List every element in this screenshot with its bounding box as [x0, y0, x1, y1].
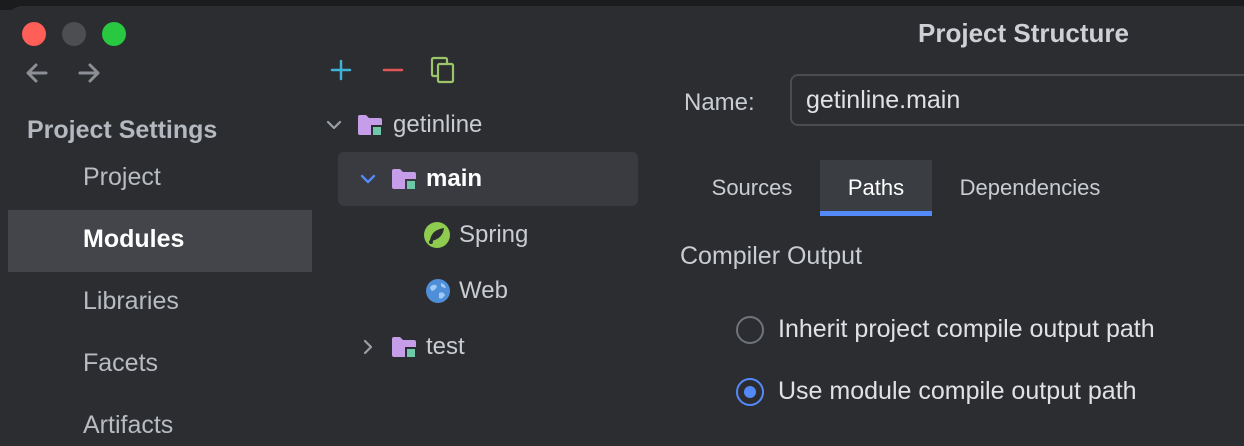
project-structure-window: Project Structure Project Settings Proje… [8, 6, 1244, 446]
sidebar-item-label: Libraries [83, 287, 179, 315]
tab-sources[interactable]: Sources [696, 160, 808, 216]
copy-icon[interactable] [430, 56, 456, 84]
globe-icon [426, 279, 450, 303]
tree-node-label: getinline [393, 111, 483, 138]
chevron-right-icon[interactable] [357, 336, 379, 358]
project-settings-header: Project Settings [27, 116, 218, 144]
tab-paths[interactable]: Paths [820, 160, 932, 216]
sidebar-item-libraries[interactable]: Libraries [8, 272, 312, 334]
inherit-output-path-option[interactable]: Inherit project compile output path [736, 315, 1206, 352]
tree-node-label: test [426, 333, 465, 360]
spring-icon [424, 222, 450, 248]
radio-label: Use module compile output path [778, 377, 1137, 405]
tree-node-web[interactable]: Web [408, 264, 648, 318]
module-output-path-option[interactable]: Use module compile output path [736, 377, 1206, 414]
tree-node-label: Spring [459, 221, 529, 248]
chevron-down-icon[interactable] [357, 168, 379, 190]
sidebar-item-label: Project [83, 163, 161, 191]
compiler-output-heading: Compiler Output [680, 242, 863, 270]
tree-node-label: Web [459, 277, 508, 304]
tree-node-getinline[interactable]: getinline [320, 98, 650, 152]
sidebar-item-facets[interactable]: Facets [8, 334, 312, 396]
sidebar-item-modules[interactable]: Modules [8, 210, 312, 272]
window-title: Project Structure [918, 18, 1129, 48]
inherit-output-path-radio[interactable] [736, 316, 764, 344]
forward-arrow-icon[interactable] [76, 60, 102, 86]
sidebar-item-label: Modules [83, 225, 185, 253]
sidebar-item-project[interactable]: Project [8, 148, 312, 210]
maximize-window-button[interactable] [102, 22, 126, 46]
sidebar-item-label: Facets [83, 349, 159, 377]
radio-label: Inherit project compile output path [778, 315, 1155, 343]
name-label: Name: [684, 89, 755, 116]
tree-node-label: main [426, 165, 483, 192]
module-folder-icon [392, 169, 416, 190]
back-arrow-icon[interactable] [24, 60, 50, 86]
plus-icon[interactable] [328, 56, 354, 84]
close-window-button[interactable] [22, 22, 46, 46]
module-output-path-radio[interactable] [736, 378, 764, 406]
module-folder-icon [392, 337, 416, 358]
chevron-down-icon[interactable] [323, 114, 345, 136]
minimize-window-button[interactable] [62, 22, 86, 46]
tree-node-test[interactable]: test [338, 320, 638, 374]
module-name-input[interactable] [790, 74, 1244, 126]
minus-icon[interactable] [380, 56, 406, 84]
tree-node-main[interactable]: main [338, 152, 638, 206]
module-folder-icon [358, 115, 382, 136]
tab-dependencies[interactable]: Dependencies [942, 160, 1118, 216]
sidebar-item-artifacts[interactable]: Artifacts [8, 396, 312, 446]
tree-node-spring[interactable]: Spring [408, 208, 648, 262]
